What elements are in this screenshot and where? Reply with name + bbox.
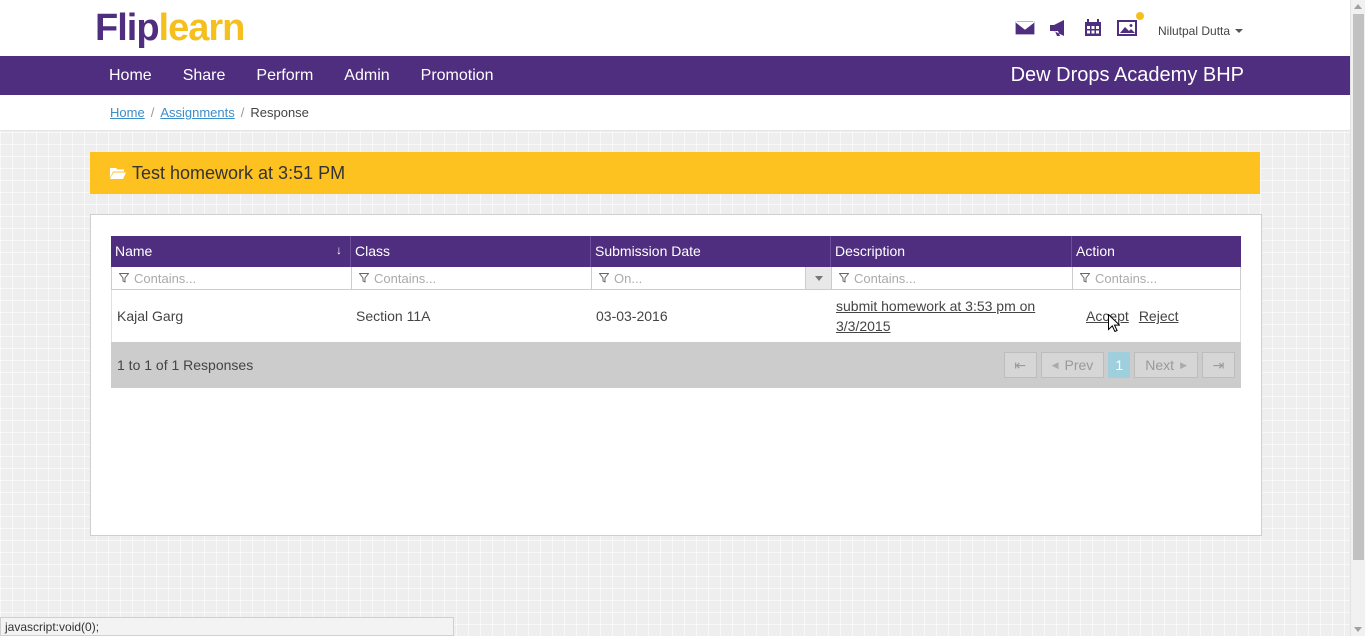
date-filter-dropdown-button[interactable]	[805, 267, 831, 289]
assignment-title: Test homework at 3:51 PM	[132, 162, 346, 183]
filter-input-description[interactable]	[854, 270, 1053, 286]
filter-input-class[interactable]	[374, 270, 572, 286]
image-icon[interactable]	[1116, 12, 1144, 38]
responses-grid: Name ↓ Class Submission Date Description…	[111, 236, 1241, 388]
grid-filter-row	[111, 267, 1241, 290]
sort-down-icon: ↓	[336, 243, 342, 257]
table-row: Kajal Garg Section 11A 03-03-2016 submit…	[111, 290, 1241, 342]
breadcrumb: Home / Assignments / Response	[110, 105, 309, 120]
grid-header-row: Name ↓ Class Submission Date Description…	[111, 236, 1241, 267]
filter-input-action[interactable]	[1095, 270, 1231, 286]
header-icons	[1014, 12, 1150, 38]
breadcrumb-home[interactable]: Home	[110, 105, 145, 120]
column-header-action[interactable]: Action	[1072, 236, 1241, 267]
filter-icon	[119, 273, 129, 283]
nav-item-perform[interactable]: Perform	[243, 56, 326, 95]
nav-items: Home Share Perform Admin Promotion	[96, 56, 512, 95]
scroll-down-icon[interactable]	[1354, 627, 1362, 632]
filter-icon	[359, 273, 369, 283]
filter-icon	[1080, 273, 1090, 283]
responses-card: Name ↓ Class Submission Date Description…	[90, 214, 1262, 536]
breadcrumb-separator: /	[240, 105, 245, 120]
last-page-icon: ⇥	[1212, 356, 1225, 373]
browser-status-bar: javascript:void(0);	[0, 617, 454, 636]
first-page-icon: ⇤	[1014, 356, 1026, 373]
nav-item-promotion[interactable]: Promotion	[408, 56, 507, 95]
scroll-up-icon[interactable]	[1354, 4, 1362, 9]
next-page-button[interactable]: Next ▶	[1134, 352, 1198, 378]
pager-controls: ⇤ ◀ Prev 1 Next ▶ ⇥	[1000, 352, 1235, 378]
filter-icon	[839, 273, 849, 283]
calendar-icon[interactable]	[1082, 18, 1104, 38]
chevron-down-icon	[814, 275, 823, 281]
filter-cell-name	[112, 267, 352, 290]
megaphone-icon[interactable]	[1048, 18, 1070, 38]
breadcrumb-assignments[interactable]: Assignments	[160, 105, 234, 120]
breadcrumb-bar: Home / Assignments / Response	[0, 95, 1350, 131]
user-name: Nilutpal Dutta	[1158, 24, 1231, 38]
description-link[interactable]: submit homework at 3:53 pm on 3/3/2015	[836, 296, 1067, 336]
first-page-button[interactable]: ⇤	[1003, 352, 1037, 378]
filter-cell-class	[352, 267, 592, 290]
column-header-description[interactable]: Description	[831, 236, 1072, 267]
school-name: Dew Drops Academy BHP	[1010, 64, 1244, 86]
cell-name: Kajal Garg	[117, 308, 184, 324]
nav-item-share[interactable]: Share	[170, 56, 239, 95]
filter-input-name[interactable]	[134, 270, 332, 286]
nav-item-home[interactable]: Home	[96, 56, 165, 95]
cell-action: Accept Reject	[1072, 290, 1240, 342]
nav-item-admin[interactable]: Admin	[331, 56, 402, 95]
column-header-submission-date[interactable]: Submission Date	[591, 236, 831, 267]
folder-open-icon	[110, 167, 126, 179]
top-bar: Fliplearn Nilutpal Dutta	[0, 0, 1350, 56]
user-menu[interactable]: Nilutpal Dutta	[1158, 24, 1244, 38]
filter-input-submission-date[interactable]	[614, 270, 777, 286]
filter-cell-description	[832, 267, 1073, 290]
grid-pager: 1 to 1 of 1 Responses ⇤ ◀ Prev 1 Next ▶ …	[111, 342, 1241, 388]
cell-class: Section 11A	[356, 308, 431, 324]
main-navbar: Home Share Perform Admin Promotion Dew D…	[0, 56, 1350, 95]
cell-submission-date: 03-03-2016	[596, 308, 668, 324]
page-number-button[interactable]: 1	[1108, 352, 1131, 378]
column-header-name[interactable]: Name ↓	[111, 236, 351, 267]
chevron-down-icon	[1235, 29, 1244, 33]
page-scrollbar[interactable]	[1350, 0, 1365, 636]
cell-description: submit homework at 3:53 pm on 3/3/2015	[831, 290, 1072, 342]
assignment-banner: Test homework at 3:51 PM	[90, 152, 1260, 194]
mouse-cursor-icon	[1108, 314, 1120, 332]
mail-icon[interactable]	[1014, 18, 1036, 38]
breadcrumb-current: Response	[250, 105, 309, 120]
scrollbar-thumb[interactable]	[1353, 14, 1364, 560]
breadcrumb-separator: /	[150, 105, 155, 120]
fliplearn-logo[interactable]: Fliplearn	[95, 8, 245, 48]
chevron-left-icon: ◀	[1051, 359, 1059, 370]
filter-icon	[599, 273, 609, 283]
chevron-right-icon: ▶	[1180, 359, 1187, 370]
prev-page-button[interactable]: ◀ Prev	[1040, 352, 1105, 378]
column-header-class[interactable]: Class	[351, 236, 591, 267]
reject-link[interactable]: Reject	[1139, 308, 1179, 324]
last-page-button[interactable]: ⇥	[1202, 352, 1235, 378]
pager-info: 1 to 1 of 1 Responses	[117, 357, 254, 373]
filter-cell-submission-date	[592, 267, 832, 290]
notification-dot	[1136, 12, 1144, 20]
filter-cell-action	[1073, 267, 1240, 290]
